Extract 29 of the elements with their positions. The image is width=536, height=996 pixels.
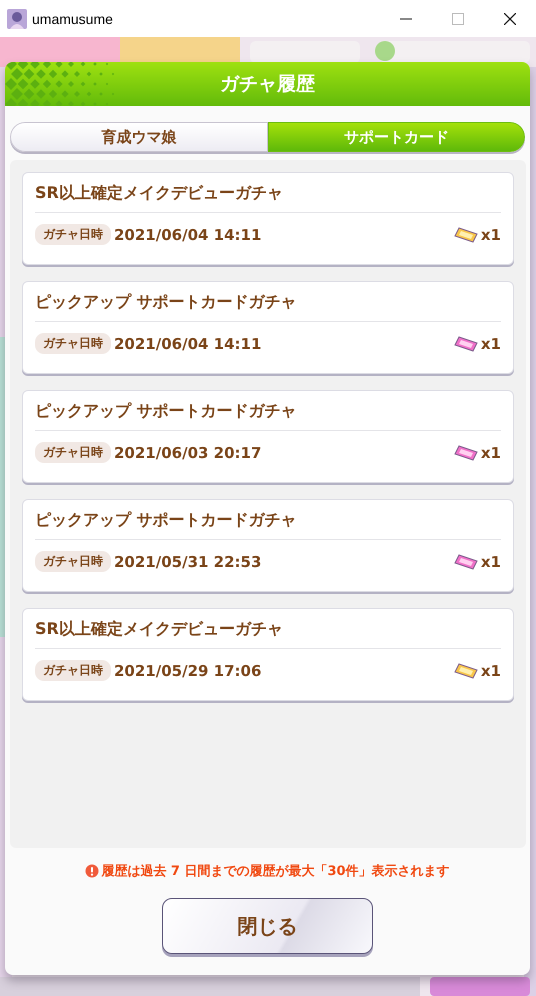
gacha-name: ピックアップ サポートカードガチャ: [35, 399, 501, 431]
date-label: ガチャ日時: [35, 224, 111, 245]
date-text: 2021/06/04 14:11: [114, 334, 262, 352]
ticket-count: x1: [480, 444, 501, 462]
date-label: ガチャ日時: [35, 333, 111, 354]
gacha-name: ピックアップ サポートカードガチャ: [35, 508, 501, 540]
diamond-pattern-icon: [5, 62, 115, 106]
gacha-name: SR以上確定メイクデビューガチャ: [35, 617, 501, 649]
date-text: 2021/06/03 20:17: [114, 444, 262, 462]
date-text: 2021/05/31 22:53: [114, 552, 262, 570]
ticket-count: x1: [480, 552, 501, 570]
gacha-name: SR以上確定メイクデビューガチャ: [35, 181, 501, 213]
gacha-name: ピックアップ サポートカードガチャ: [35, 290, 501, 322]
notice-text: 履歴は過去 7 日間までの履歴が最大「30件」表示されます: [101, 863, 450, 880]
close-icon[interactable]: [504, 12, 516, 24]
ticket-count: x1: [480, 334, 501, 352]
tab[interactable]: 育成ウマ娘: [10, 122, 268, 152]
date-text: 2021/05/29 17:06: [114, 662, 262, 680]
date-text: 2021/06/04 14:11: [114, 226, 262, 244]
close-button[interactable]: 閉じる: [162, 898, 373, 954]
date-label: ガチャ日時: [35, 660, 111, 681]
ticket-count: x1: [480, 226, 501, 244]
ticket-count: x1: [480, 662, 501, 680]
app-icon: [7, 8, 27, 28]
date-label: ガチャ日時: [35, 442, 111, 463]
date-label: ガチャ日時: [35, 551, 111, 572]
window-title: umamusume: [32, 10, 113, 26]
warning-icon: [85, 864, 100, 878]
dialog-title: ガチャ履歴: [220, 72, 315, 97]
